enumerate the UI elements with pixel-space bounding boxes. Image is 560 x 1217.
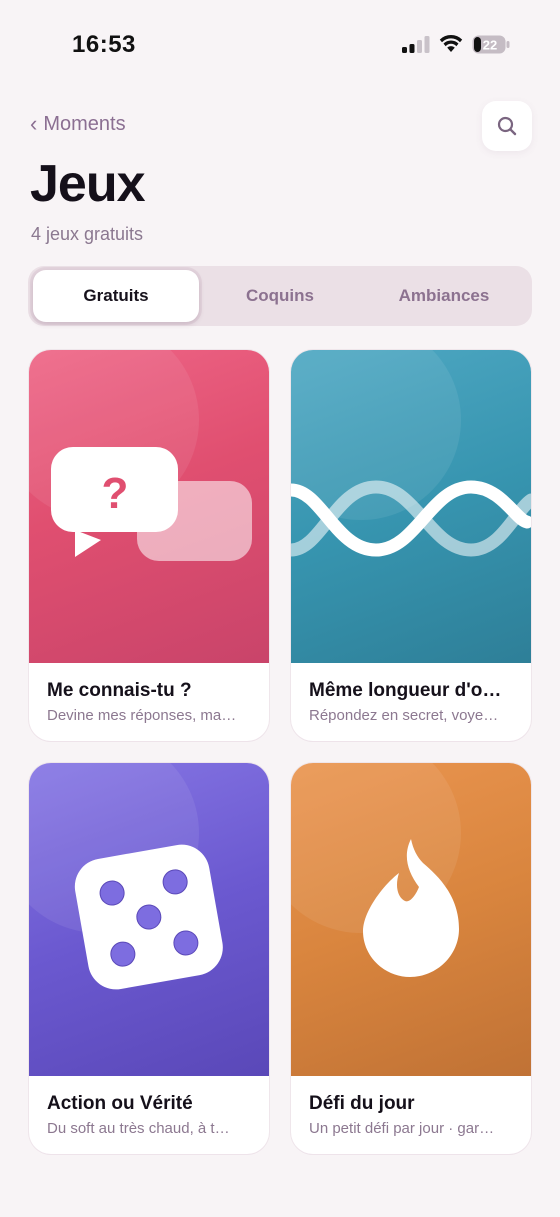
game-card-defi-du-jour[interactable]: Défi du jour Un petit défi par jour · ga…: [291, 763, 531, 1154]
category-tabs: Gratuits Coquins Ambiances: [28, 266, 532, 326]
page-subtitle: 4 jeux gratuits: [31, 224, 144, 244]
tab-coquins[interactable]: Coquins: [197, 270, 363, 322]
flame-icon: [363, 839, 459, 977]
battery-icon: 22: [472, 35, 510, 54]
card-description: Un petit défi par jour · gar…: [309, 1120, 495, 1137]
card-illustration: [291, 350, 531, 663]
card-title: Me connais-tu ?: [47, 680, 192, 701]
card-title: Défi du jour: [309, 1093, 415, 1114]
card-illustration: [291, 763, 531, 1076]
card-illustration: ?: [29, 350, 269, 663]
game-card-me-connais-tu[interactable]: ? Me connais-tu ? Devine mes réponses, m…: [29, 350, 269, 741]
card-title: Action ou Vérité: [47, 1093, 193, 1114]
back-button[interactable]: ‹ Moments: [30, 110, 126, 136]
svg-text:?: ?: [102, 469, 129, 518]
status-bar: 16:53 22: [0, 0, 560, 90]
tab-ambiances[interactable]: Ambiances: [361, 270, 527, 322]
battery-level: 22: [483, 38, 497, 53]
chevron-left-icon: ‹: [30, 110, 38, 136]
card-title: Même longueur d'o…: [309, 680, 502, 701]
search-button[interactable]: [482, 101, 532, 151]
page-title: Jeux: [30, 155, 146, 213]
card-description: Devine mes réponses, ma…: [47, 707, 237, 724]
card-description: Répondez en secret, voye…: [309, 707, 499, 724]
game-card-meme-longueur-d-onde[interactable]: Même longueur d'o… Répondez en secret, v…: [291, 350, 531, 741]
card-illustration: [29, 763, 269, 1076]
game-card-action-ou-verite[interactable]: Action ou Vérité Du soft au très chaud, …: [29, 763, 269, 1154]
wave-icon: [291, 480, 531, 557]
card-description: Du soft au très chaud, à t…: [47, 1120, 230, 1137]
dice-icon: [74, 844, 223, 990]
status-time: 16:53: [72, 31, 136, 58]
cellular-signal-icon: [402, 36, 430, 53]
back-label: Moments: [43, 113, 126, 135]
speech-bubbles-question-icon: ?: [51, 447, 252, 561]
wifi-icon: [439, 34, 463, 52]
tab-gratuits[interactable]: Gratuits: [33, 270, 199, 322]
search-icon: [497, 116, 517, 136]
